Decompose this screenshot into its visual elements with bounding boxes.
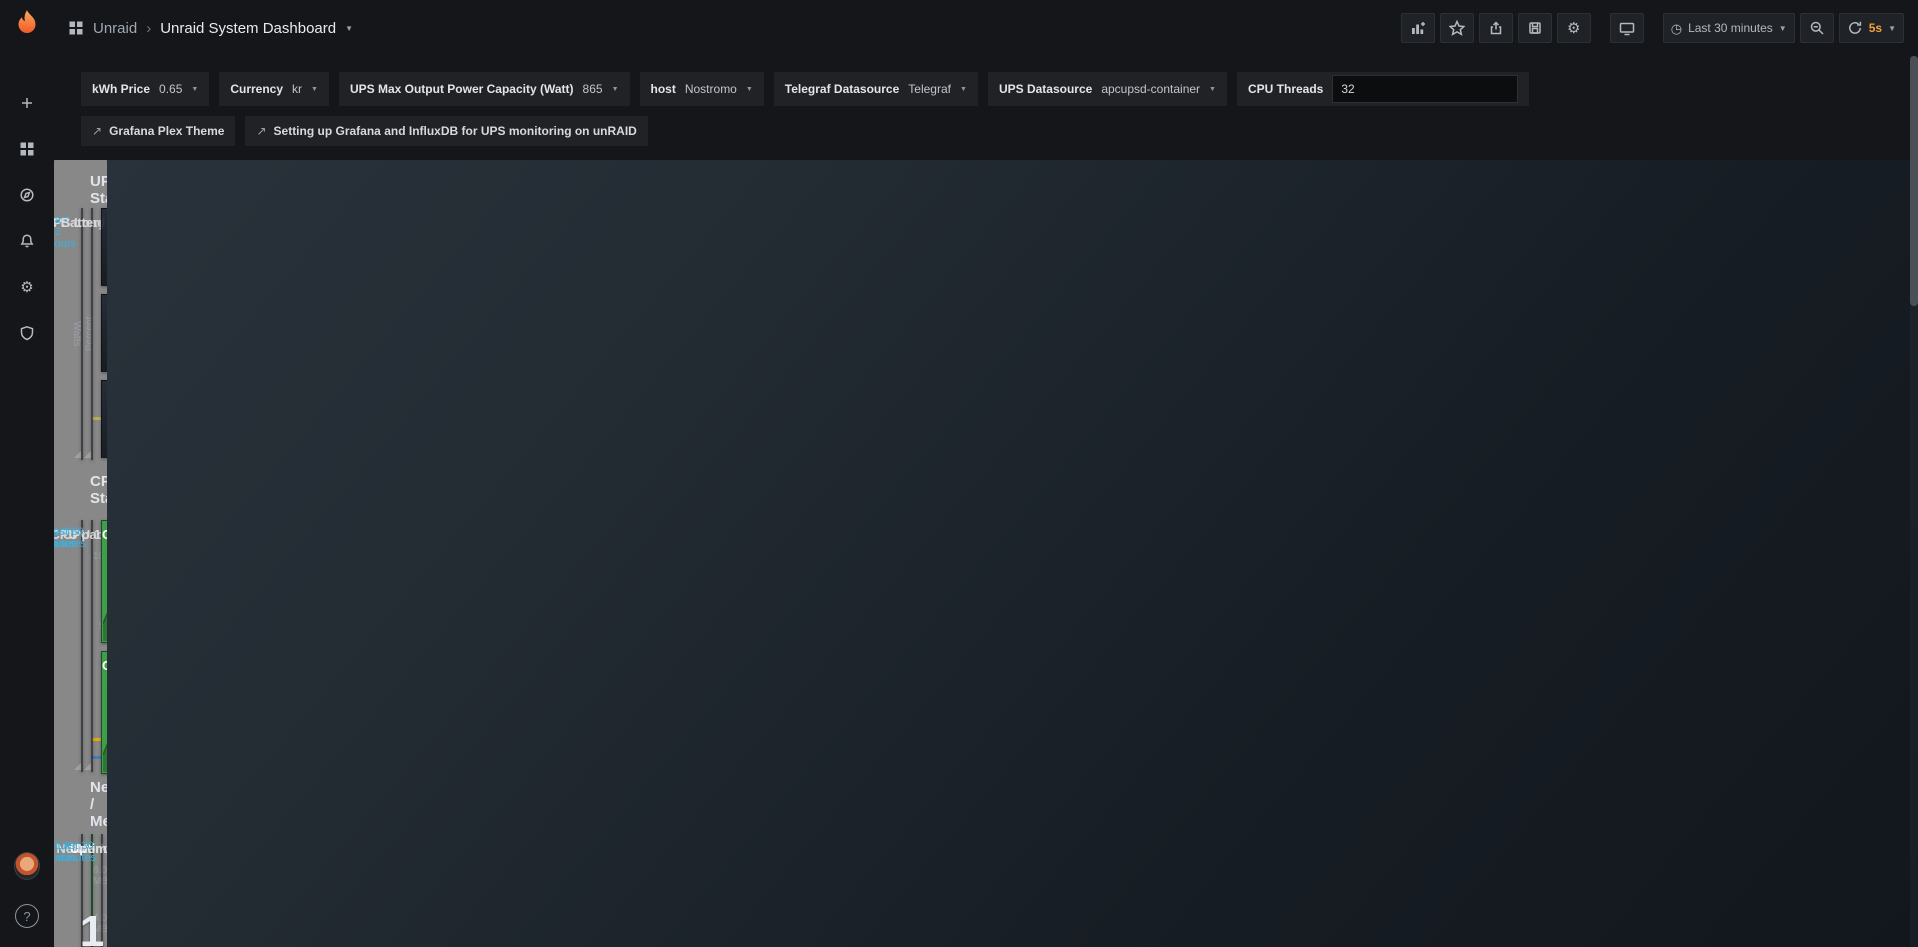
panel-average-psu-load: Average PSU Load 182 W — [101, 294, 107, 372]
refresh-interval-label: 5s — [1869, 21, 1882, 35]
server-admin-shield-icon[interactable] — [8, 314, 46, 352]
cpu-threads-input[interactable] — [1332, 75, 1518, 103]
caret-down-icon: ▼ — [1779, 24, 1787, 33]
avatar[interactable] — [8, 847, 46, 885]
row-cpu-stats: CPU 1 ◷Last 30 minutes 100%50%0% 19:5520… — [81, 520, 95, 774]
breadcrumb-app[interactable]: Unraid — [93, 20, 137, 37]
star-icon[interactable] — [1440, 13, 1474, 43]
kiosk-monitor-icon[interactable] — [1610, 13, 1644, 43]
clock-icon: ◷ — [1671, 22, 1682, 35]
caret-down-icon: ▼ — [1888, 24, 1896, 33]
panel-time-range[interactable]: ◷Last 30 minutes — [54, 526, 86, 550]
external-link-icon: ↗ — [256, 124, 266, 138]
row-ups-stats: UPS Load % ◷Last 12 hours 35%30%25%20%15… — [81, 208, 95, 460]
sidebar-nav: ⚙ — [8, 84, 46, 352]
nav-actions: ⚙ ◷ Last 30 minutes ▼ 5s ▼ — [1401, 13, 1904, 43]
sidebar: ⚙ ? — [0, 0, 54, 947]
variable-currency[interactable]: Currencykr▼ — [219, 72, 329, 106]
caret-down-icon: ▼ — [612, 86, 619, 93]
caret-down-icon: ▼ — [311, 86, 318, 93]
link-ups-monitoring-guide[interactable]: ↗Setting up Grafana and InfluxDB for UPS… — [245, 116, 647, 146]
caret-down-icon: ▼ — [746, 86, 753, 93]
stat-value: 199 kWh — [102, 407, 107, 457]
gear-icon: ⚙ — [1567, 21, 1580, 36]
panel-ups-load: UPS Load % ◷Last 12 hours 35%30%25%20%15… — [81, 208, 83, 460]
add-panel-button[interactable] — [1401, 13, 1435, 43]
grafana-app: ⚙ ? Unraid › Unraid System Dashboard ▼ ⚙ — [0, 0, 1918, 947]
panel-title: UPS Battery Charge — [54, 215, 107, 230]
caret-down-icon: ▼ — [1209, 86, 1216, 93]
variable-telegraf-datasource[interactable]: Telegraf DatasourceTelegraf▼ — [774, 72, 978, 106]
help-icon[interactable]: ? — [8, 897, 46, 935]
stat-value: 43.6 °C — [102, 678, 107, 773]
panel-cpu-package: CPU package ◷Last 30 minutes 40%30%20%10… — [91, 520, 93, 772]
section-cpu-stats[interactable]: CPU Stats — [81, 472, 95, 508]
panel-cpu-2-temp: CPU 2 Temp 43.6 °C — [101, 651, 107, 774]
caret-down-icon: ▼ — [191, 86, 198, 93]
section-ups-stats[interactable]: UPS Stats — [81, 172, 95, 208]
section-network-memory[interactable]: Network / Memory — [81, 786, 95, 822]
refresh-button[interactable]: 5s ▼ — [1839, 13, 1904, 43]
panel-current-ups-load: Current UPS Load 199 W — [101, 208, 107, 286]
breadcrumb-separator: › — [146, 20, 151, 37]
refresh-icon — [1847, 20, 1863, 36]
page-title[interactable]: Unraid System Dashboard — [160, 20, 336, 37]
variable-ups-datasource[interactable]: UPS Datasourceapcupsd-container▼ — [988, 72, 1227, 106]
share-icon[interactable] — [1479, 13, 1513, 43]
configuration-gear-icon[interactable]: ⚙ — [8, 268, 46, 306]
explore-compass-icon[interactable] — [8, 176, 46, 214]
dashboard-settings-button[interactable]: ⚙ — [1557, 13, 1591, 43]
save-icon[interactable] — [1518, 13, 1552, 43]
variable-cpu-threads: CPU Threads — [1237, 72, 1529, 106]
dashboards-icon[interactable] — [8, 130, 46, 168]
caret-down-icon: ▼ — [960, 86, 967, 93]
gear-icon: ⚙ — [20, 280, 33, 295]
stat-value: 199 W — [102, 235, 107, 285]
time-range-picker[interactable]: ◷ Last 30 minutes ▼ — [1663, 13, 1795, 43]
dashboard-links-row: ↗Grafana Plex Theme ↗Setting up Grafana … — [54, 106, 1918, 160]
create-icon[interactable] — [8, 84, 46, 122]
y-axis-title-right: Watts — [71, 321, 82, 346]
breadcrumb: Unraid › Unraid System Dashboard ▼ — [68, 20, 353, 37]
panel-time-range[interactable]: ◷Last 30 minutes — [54, 840, 96, 864]
scrollbar-thumb[interactable] — [1910, 56, 1918, 306]
variable-ups-max-output[interactable]: UPS Max Output Power Capacity (Watt)865▼ — [339, 72, 630, 106]
variable-kwh-price[interactable]: kWh Price0.65▼ — [81, 72, 209, 106]
panel-current-load-kwh: Current Load kWh 199 kWh — [101, 380, 107, 458]
time-range-label: Last 30 minutes — [1688, 21, 1773, 35]
scrollbar — [1910, 56, 1918, 947]
main-area: Unraid › Unraid System Dashboard ▼ ⚙ ◷ L… — [54, 0, 1918, 947]
variable-host[interactable]: hostNostromo▼ — [640, 72, 764, 106]
stat-value: 182 W — [102, 321, 107, 371]
link-grafana-plex-theme[interactable]: ↗Grafana Plex Theme — [81, 116, 235, 146]
alerting-bell-icon[interactable] — [8, 222, 46, 260]
panel-cpu-1-temp: CPU 1 Temp 41.4 °C — [101, 520, 107, 643]
ups-stat-grid: Current UPS Load 199 W UPS Runtime 30 mi… — [101, 208, 107, 458]
row-network-memory: Network ◷Last 30 minutes 6.0 MBs4.0 MBs2… — [81, 834, 95, 947]
dashboard-scroll-area: UPS Stats UPS Load % ◷Last 12 hours 35%3… — [54, 160, 107, 947]
chevron-down-icon[interactable]: ▼ — [345, 24, 353, 33]
top-navbar: Unraid › Unraid System Dashboard ▼ ⚙ ◷ L… — [54, 0, 1918, 56]
grafana-logo-icon[interactable] — [10, 8, 44, 42]
external-link-icon: ↗ — [92, 124, 102, 138]
template-variables-row: kWh Price0.65▼ Currencykr▼ UPS Max Outpu… — [54, 56, 1918, 106]
sidebar-bottom: ? — [8, 847, 46, 935]
stat-value: 41.4 °C — [102, 547, 107, 642]
apps-grid-icon[interactable] — [68, 20, 84, 36]
zoom-out-icon[interactable] — [1800, 13, 1834, 43]
panel-ups-battery-charge: UPS Battery Charge 02050100100% — [91, 208, 93, 460]
panel-cpu-1: CPU 1 ◷Last 30 minutes 100%50%0% 19:5520… — [81, 520, 83, 772]
